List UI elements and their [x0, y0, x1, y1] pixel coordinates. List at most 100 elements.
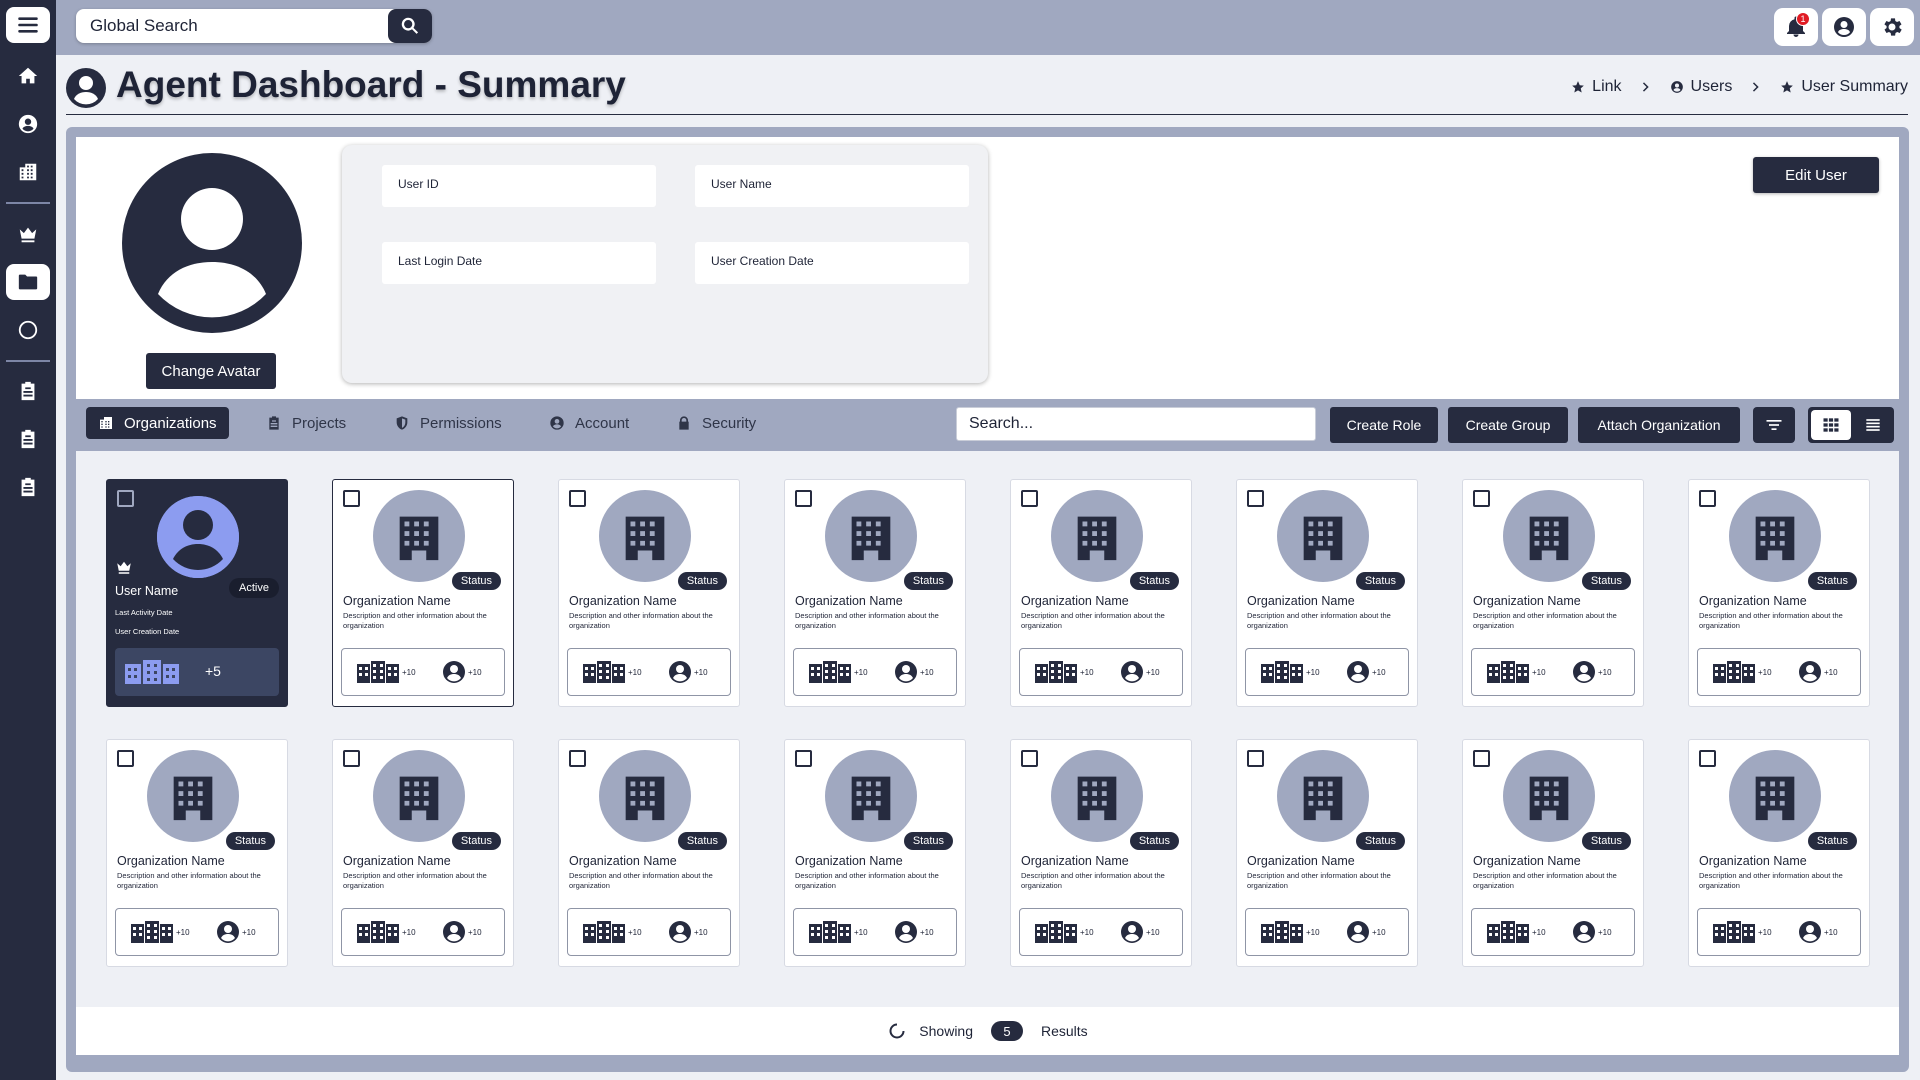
organizations-search-input[interactable]: [956, 407, 1316, 441]
grid-icon: [1823, 418, 1839, 432]
last-login-field[interactable]: Last Login Date: [382, 242, 656, 284]
user-id-field[interactable]: User ID: [382, 165, 656, 207]
organization-card[interactable]: Status Organization Name Description and o…: [1010, 479, 1192, 707]
nav-circle[interactable]: [6, 312, 50, 348]
tab-organizations[interactable]: Organizations: [86, 407, 229, 439]
nav-folders[interactable]: [6, 264, 50, 300]
menu-button[interactable]: [6, 7, 50, 43]
organization-card-checkbox[interactable]: [343, 750, 360, 767]
buildings-icon: [1261, 921, 1303, 943]
tab-security[interactable]: Security: [664, 407, 768, 439]
creation-date-label: User Creation Date: [711, 254, 814, 268]
tab-account[interactable]: Account: [537, 407, 641, 439]
organization-card[interactable]: Status Organization Name Description and o…: [1236, 479, 1418, 707]
nav-home[interactable]: [6, 58, 50, 94]
organization-count: +10: [1034, 660, 1094, 684]
nav-users[interactable]: [6, 106, 50, 142]
nav-clipboard-2[interactable]: [6, 421, 50, 457]
organization-card-checkbox[interactable]: [1021, 490, 1038, 507]
organization-card[interactable]: Status Organization Name Description and o…: [106, 739, 288, 967]
edit-user-button[interactable]: Edit User: [1753, 157, 1879, 193]
organization-card[interactable]: Status Organization Name Description and o…: [1236, 739, 1418, 967]
organization-card-checkbox[interactable]: [569, 750, 586, 767]
organization-card[interactable]: Status Organization Name Description and o…: [1688, 739, 1870, 967]
organization-description: Description and other information about …: [1021, 871, 1165, 890]
organization-card[interactable]: Status Organization Name Description and o…: [558, 479, 740, 707]
user-count-value: +10: [920, 927, 934, 937]
organization-card-checkbox[interactable]: [1021, 750, 1038, 767]
organization-count-value: +10: [1758, 667, 1772, 677]
organization-description: Description and other information about …: [1473, 871, 1617, 890]
attach-organization-button[interactable]: Attach Organization: [1578, 407, 1740, 443]
organization-status-badge: Status: [677, 832, 727, 850]
tabs-toolbar: Organizations Projects Permissions Accou…: [76, 399, 1899, 451]
creation-date-field[interactable]: User Creation Date: [695, 242, 969, 284]
user-count: +10: [1572, 660, 1612, 684]
organization-card-checkbox[interactable]: [795, 490, 812, 507]
organization-card-checkbox[interactable]: [1473, 490, 1490, 507]
building-icon: [173, 776, 213, 821]
organization-card-checkbox[interactable]: [1473, 750, 1490, 767]
change-avatar-button[interactable]: Change Avatar: [146, 353, 276, 389]
create-group-button[interactable]: Create Group: [1448, 407, 1568, 443]
organization-card-checkbox[interactable]: [343, 490, 360, 507]
create-role-button[interactable]: Create Role: [1330, 407, 1438, 443]
breadcrumb-user-summary[interactable]: User Summary: [1780, 78, 1908, 96]
nav-clipboard-3[interactable]: [6, 469, 50, 505]
organization-card[interactable]: Status Organization Name Description and o…: [1462, 479, 1644, 707]
grid-view-button[interactable]: [1811, 410, 1851, 440]
user-avatar-icon: [669, 661, 691, 683]
breadcrumb-users[interactable]: Users: [1670, 78, 1732, 96]
organization-description: Description and other information about …: [795, 871, 939, 890]
breadcrumb-link[interactable]: Link: [1571, 78, 1622, 96]
organization-card[interactable]: Status Organization Name Description and o…: [558, 739, 740, 967]
nav-clipboard-1[interactable]: [6, 373, 50, 409]
organization-card[interactable]: Status Organization Name Description and o…: [1010, 739, 1192, 967]
organization-card-checkbox[interactable]: [1699, 750, 1716, 767]
profile-button[interactable]: [1822, 8, 1866, 46]
filter-button[interactable]: [1753, 407, 1795, 443]
nav-admin[interactable]: [6, 216, 50, 252]
tab-permissions[interactable]: Permissions: [382, 407, 514, 439]
user-card-checkbox[interactable]: [117, 490, 134, 507]
organization-card-checkbox[interactable]: [1247, 750, 1264, 767]
global-search-button[interactable]: [388, 9, 432, 43]
organization-status-badge: Status: [1807, 832, 1857, 850]
nav-organizations[interactable]: [6, 154, 50, 190]
list-view-button[interactable]: [1852, 407, 1894, 443]
star-icon: [1572, 81, 1585, 93]
organization-card[interactable]: Status Organization Name Description and o…: [332, 479, 514, 707]
organization-description: Description and other information about …: [343, 871, 487, 890]
building-icon: [851, 776, 891, 821]
buildings-icon: [357, 921, 399, 943]
organization-card-checkbox[interactable]: [1247, 490, 1264, 507]
organization-card-checkbox[interactable]: [795, 750, 812, 767]
organization-description: Description and other information about …: [343, 611, 487, 630]
tab-projects[interactable]: Projects: [254, 407, 358, 439]
clipboard-icon: [269, 416, 279, 430]
user-count-value: +10: [1598, 927, 1612, 937]
user-avatar-icon: [1121, 921, 1143, 943]
user-circle-icon: [550, 416, 564, 430]
organization-card-checkbox[interactable]: [117, 750, 134, 767]
organization-card[interactable]: Status Organization Name Description and o…: [784, 479, 966, 707]
organization-card[interactable]: Status Organization Name Description and o…: [784, 739, 966, 967]
settings-button[interactable]: [1870, 8, 1914, 46]
user-name-field[interactable]: User Name: [695, 165, 969, 207]
chevron-right-icon: [1753, 82, 1759, 92]
user-card[interactable]: Active User Name Last Activity Date User…: [106, 479, 288, 707]
organization-card-checkbox[interactable]: [1699, 490, 1716, 507]
chevron-right-icon: [1642, 82, 1649, 92]
organization-card[interactable]: Status Organization Name Description and o…: [1688, 479, 1870, 707]
user-count-value: +10: [694, 927, 708, 937]
buildings-icon: [1487, 921, 1529, 943]
global-search-input[interactable]: [76, 9, 386, 43]
organization-card-checkbox[interactable]: [569, 490, 586, 507]
gear-icon: [1884, 18, 1902, 36]
organization-card[interactable]: Status Organization Name Description and o…: [1462, 739, 1644, 967]
rail-divider: [6, 360, 50, 362]
organization-status-badge: Status: [903, 572, 953, 590]
organization-card[interactable]: Status Organization Name Description and o…: [332, 739, 514, 967]
user-count-value: +10: [1146, 927, 1160, 937]
notifications-button[interactable]: 1: [1774, 8, 1818, 46]
